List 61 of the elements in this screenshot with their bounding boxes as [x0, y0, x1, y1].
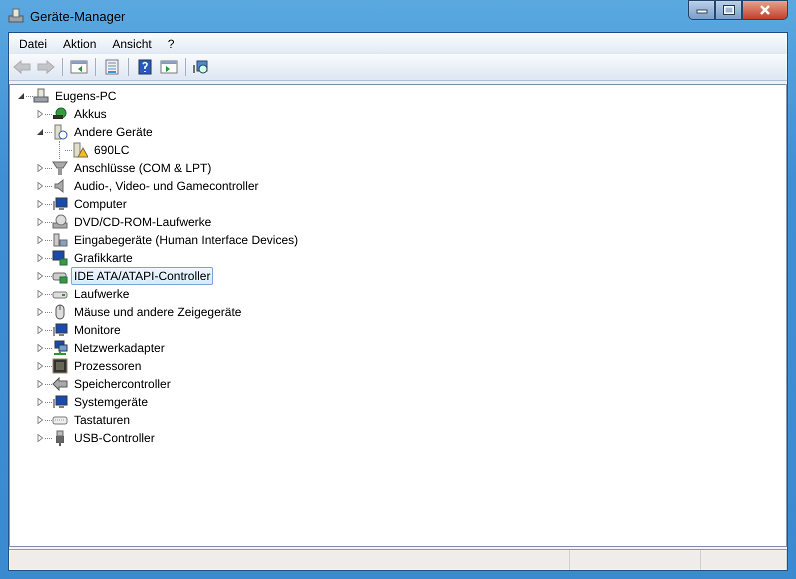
- computer-icon: [33, 88, 49, 104]
- expand-arrow-icon[interactable]: [35, 235, 45, 245]
- tree-item[interactable]: IDE ATA/ATAPI-Controller: [71, 267, 214, 285]
- expand-arrow-icon[interactable]: [35, 343, 45, 353]
- expand-arrow-icon[interactable]: [35, 109, 45, 119]
- graphics-card-icon: [52, 250, 68, 266]
- menu-item[interactable]: Ansicht: [104, 34, 160, 52]
- tree-item[interactable]: Laufwerke: [71, 285, 132, 303]
- tree-item[interactable]: Mäuse und andere Zeigegeräte: [71, 303, 244, 321]
- tree-item[interactable]: Systemgeräte: [71, 393, 152, 411]
- close-button[interactable]: [742, 0, 788, 20]
- expand-arrow-icon[interactable]: [35, 379, 45, 389]
- network-icon: [52, 340, 68, 356]
- port-icon: [52, 160, 68, 176]
- chip-icon: [52, 358, 68, 374]
- storage-icon: [52, 376, 68, 392]
- expand-arrow-icon[interactable]: [35, 397, 45, 407]
- unknown-device-icon: [52, 124, 68, 140]
- tree-item[interactable]: USB-Controller: [71, 429, 158, 447]
- tree-item[interactable]: Andere Geräte: [71, 123, 156, 141]
- tree-item[interactable]: DVD/CD-ROM-Laufwerke: [71, 213, 214, 231]
- window-title: Geräte-Manager: [30, 8, 126, 24]
- tree-item[interactable]: Audio-, Video- und Gamecontroller: [71, 177, 262, 195]
- warning-device-icon: [72, 142, 88, 158]
- battery-icon: [52, 106, 68, 122]
- input-device-icon: [52, 232, 68, 248]
- expand-arrow-icon[interactable]: [35, 163, 45, 173]
- expand-arrow-icon[interactable]: [35, 307, 45, 317]
- minimize-button[interactable]: [688, 0, 715, 20]
- tree-item[interactable]: Computer: [71, 195, 130, 213]
- menu-item[interactable]: Aktion: [55, 34, 104, 52]
- collapse-arrow-icon[interactable]: [16, 91, 26, 101]
- expand-arrow-icon[interactable]: [35, 181, 45, 191]
- expand-arrow-icon[interactable]: [35, 271, 45, 281]
- collapse-arrow-icon[interactable]: [35, 127, 45, 137]
- expand-arrow-icon[interactable]: [35, 433, 45, 443]
- tree-item[interactable]: Eugens-PC: [52, 87, 120, 105]
- expand-arrow-icon[interactable]: [35, 325, 45, 335]
- expand-arrow-icon[interactable]: [35, 253, 45, 263]
- tree-item[interactable]: Akkus: [71, 105, 110, 123]
- tree-item[interactable]: 690LC: [91, 141, 132, 159]
- tree-item[interactable]: Prozessoren: [71, 357, 144, 375]
- expand-arrow-icon[interactable]: [35, 199, 45, 209]
- tree-item[interactable]: Grafikkarte: [71, 249, 136, 267]
- tree-item[interactable]: Anschlüsse (COM & LPT): [71, 159, 214, 177]
- tree-item[interactable]: Eingabegeräte (Human Interface Devices): [71, 231, 302, 249]
- maximize-icon: [722, 5, 734, 15]
- close-icon: [758, 5, 772, 15]
- tree-item[interactable]: Tastaturen: [71, 411, 134, 429]
- expand-arrow-icon[interactable]: [35, 415, 45, 425]
- expand-arrow-icon[interactable]: [35, 289, 45, 299]
- app-icon: [8, 8, 24, 24]
- tree-item[interactable]: Netzwerkadapter: [71, 339, 168, 357]
- expand-arrow-icon[interactable]: [35, 361, 45, 371]
- maximize-button[interactable]: [715, 0, 742, 20]
- tree-item[interactable]: Speichercontroller: [71, 375, 174, 393]
- disc-drive-icon: [52, 214, 68, 230]
- tree-item[interactable]: Monitore: [71, 321, 124, 339]
- menu-item[interactable]: ?: [160, 34, 182, 52]
- expand-arrow-icon[interactable]: [35, 217, 45, 227]
- menu-item[interactable]: Datei: [11, 34, 56, 52]
